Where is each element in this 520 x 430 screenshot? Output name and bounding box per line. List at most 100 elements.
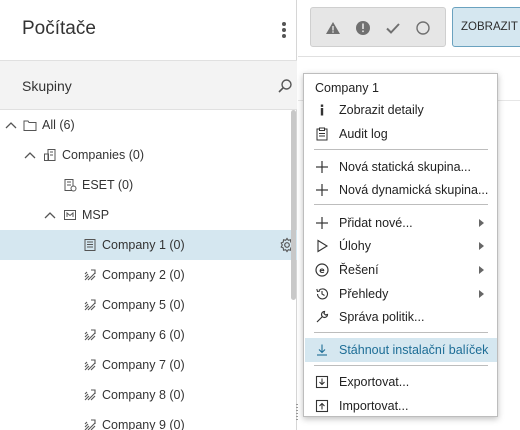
menu-item-label: Správa politik...	[339, 310, 425, 324]
page-title: Počítače	[22, 18, 96, 39]
plus-icon	[316, 217, 328, 229]
history-icon	[316, 288, 328, 300]
msp-icon	[64, 210, 76, 220]
dynamic-group-icon	[84, 389, 96, 401]
tree-item-label: Company 9 (0)	[102, 418, 185, 430]
import-icon	[315, 399, 329, 413]
warning-icon[interactable]	[325, 20, 341, 36]
tree-item-label: All (6)	[42, 118, 75, 132]
tree-scrollbar[interactable]	[291, 110, 296, 300]
menu-item-download-installer[interactable]: Stáhnout instalační balíček	[305, 338, 497, 362]
tree-item-msp[interactable]: MSP	[0, 200, 297, 230]
menu-separator	[314, 149, 488, 150]
tree-item-label: Company 7 (0)	[102, 358, 185, 372]
menu-item-label: Nová statická skupina...	[339, 160, 472, 174]
play-icon	[317, 239, 329, 253]
show-button[interactable]: ZOBRAZIT NE	[452, 7, 520, 47]
info-icon	[320, 104, 324, 116]
dynamic-group-icon	[84, 359, 96, 371]
menu-item-label: Importovat...	[339, 399, 409, 413]
collapse-icon[interactable]	[44, 209, 56, 221]
menu-item-label: Úlohy	[339, 239, 371, 253]
menu-item-new-static-group[interactable]: Nová statická skupina...	[305, 155, 497, 179]
menu-item-add-new[interactable]: Přidat nové...	[305, 211, 497, 235]
companies-icon	[44, 149, 56, 161]
menu-separator	[314, 332, 488, 333]
dynamic-group-icon	[84, 299, 96, 311]
tree-item-label: ESET (0)	[82, 178, 134, 192]
plus-icon	[316, 184, 328, 196]
filter-toolbar: ZOBRAZIT NE	[298, 0, 520, 56]
tree-item-label: MSP	[82, 208, 110, 222]
tree-item-company-6[interactable]: Company 6 (0)	[0, 320, 297, 350]
title-bar: Počítače	[0, 0, 297, 60]
groups-header: Skupiny	[0, 60, 297, 110]
group-tree: All (6) Companies (0) ESET (0) MSP Compa…	[0, 110, 297, 430]
folder-icon	[23, 120, 37, 131]
app-root: Počítače Skupiny All (6) Companies (0) E…	[0, 0, 520, 430]
menu-item-import[interactable]: Importovat...	[305, 394, 497, 418]
menu-item-export[interactable]: Exportovat...	[305, 370, 497, 394]
menu-separator	[314, 365, 488, 366]
context-menu-title: Company 1	[315, 81, 379, 95]
clipboard-icon	[316, 127, 328, 141]
check-icon[interactable]	[385, 20, 401, 36]
menu-item-policy-management[interactable]: Správa politik...	[305, 305, 497, 329]
submenu-arrow-icon	[479, 266, 484, 274]
tree-item-label: Company 8 (0)	[102, 388, 185, 402]
menu-item-label: Exportovat...	[339, 375, 410, 389]
menu-item-show-details[interactable]: Zobrazit detaily	[305, 98, 497, 122]
menu-item-new-dynamic-group[interactable]: Nová dynamická skupina...	[305, 178, 497, 202]
submenu-arrow-icon	[479, 242, 484, 250]
context-menu: Company 1 Zobrazit detaily Audit log Nov…	[303, 73, 498, 417]
tree-item-company-1[interactable]: Company 1 (0)	[0, 230, 297, 260]
tree-item-company-8[interactable]: Company 8 (0)	[0, 380, 297, 410]
tree-item-all[interactable]: All (6)	[0, 110, 297, 140]
menu-item-tasks[interactable]: Úlohy	[305, 234, 497, 258]
export-icon	[315, 375, 329, 389]
tree-item-companies[interactable]: Companies (0)	[0, 140, 297, 170]
tree-item-eset[interactable]: ESET (0)	[0, 170, 297, 200]
dynamic-group-icon	[84, 329, 96, 341]
menu-item-label: Zobrazit detaily	[339, 103, 424, 117]
submenu-arrow-icon	[479, 290, 484, 298]
tree-item-label: Company 5 (0)	[102, 298, 185, 312]
wrench-icon	[316, 310, 329, 323]
menu-item-label: Přehledy	[339, 287, 389, 301]
svg-text:e: e	[319, 266, 325, 275]
menu-item-audit-log[interactable]: Audit log	[305, 122, 497, 146]
menu-item-reports[interactable]: Přehledy	[305, 282, 497, 306]
menu-separator	[314, 204, 488, 205]
eset-solutions-icon: e	[315, 263, 329, 277]
left-panel: Počítače Skupiny All (6) Companies (0) E…	[0, 0, 297, 430]
tree-item-company-7[interactable]: Company 7 (0)	[0, 350, 297, 380]
tree-item-company-5[interactable]: Company 5 (0)	[0, 290, 297, 320]
menu-item-label: Řešení	[339, 263, 379, 277]
divider	[298, 56, 520, 57]
tree-item-company-2[interactable]: Company 2 (0)	[0, 260, 297, 290]
collapse-icon[interactable]	[5, 119, 17, 131]
tree-item-company-9[interactable]: Company 9 (0)	[0, 410, 297, 430]
building-icon	[84, 239, 96, 251]
plus-icon	[316, 161, 328, 173]
more-options-icon[interactable]	[278, 21, 290, 39]
tree-item-label: Company 2 (0)	[102, 268, 185, 282]
collapse-icon[interactable]	[24, 149, 36, 161]
search-icon[interactable]	[277, 78, 293, 94]
menu-item-label: Přidat nové...	[339, 216, 413, 230]
submenu-arrow-icon	[479, 219, 484, 227]
tree-item-label: Company 1 (0)	[102, 238, 185, 252]
status-filter-group	[310, 7, 446, 47]
error-icon[interactable]	[355, 20, 371, 36]
tree-item-label: Companies (0)	[62, 148, 144, 162]
menu-item-label: Audit log	[339, 127, 388, 141]
dynamic-group-icon	[84, 269, 96, 281]
groups-label: Skupiny	[22, 78, 72, 94]
tree-item-label: Company 6 (0)	[102, 328, 185, 342]
menu-item-label: Nová dynamická skupina...	[339, 183, 489, 197]
menu-item-solutions[interactable]: e Řešení	[305, 258, 497, 282]
circle-icon[interactable]	[415, 20, 431, 36]
download-icon	[317, 344, 327, 356]
dynamic-group-icon	[84, 419, 96, 430]
menu-item-label: Stáhnout instalační balíček	[339, 343, 489, 357]
